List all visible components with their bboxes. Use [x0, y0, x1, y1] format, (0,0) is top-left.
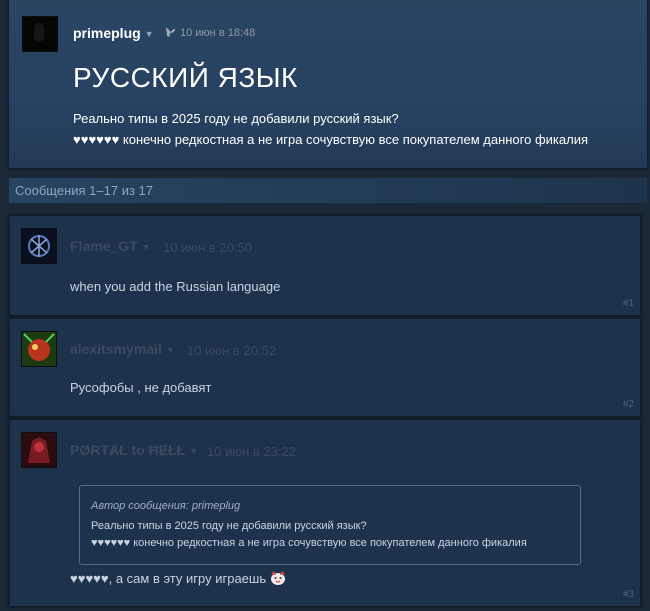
message-count-bar: Сообщения 1–17 из 17 [9, 178, 647, 203]
op-date: 10 июн в 18:48 [180, 27, 256, 39]
commenter-avatar[interactable] [21, 432, 57, 468]
comment-date: 10 июн в 20:50 [163, 240, 252, 255]
op-author-label[interactable]: primeplug [73, 25, 141, 41]
comment-text-label: ♥♥♥♥♥, а сам в эту игру играешь [70, 571, 267, 586]
quote-line: ♥♥♥♥♥♥ конечно редкостная а не игра сочу… [91, 537, 527, 549]
commenter-name[interactable]: alexitsmymail ▼ [70, 341, 175, 357]
message-count: Сообщения 1–17 из 17 [15, 183, 153, 198]
commenter-avatar[interactable] [21, 331, 57, 367]
comment-date: 10 июн в 20:52 [187, 343, 276, 358]
comment-number[interactable]: #2 [623, 399, 634, 410]
quote-body: Реально типы в 2025 году не добавили рус… [91, 518, 527, 552]
avatar-image [22, 332, 56, 366]
op-body-line: ♥♥♥♥♥♥ конечно редкостная а не игра сочу… [73, 132, 589, 147]
quote-block: Автор сообщения: primeplug Реально типы … [79, 485, 581, 565]
op-body-line: Реально типы в 2025 году не добавили рус… [73, 111, 399, 126]
comment-date: 10 июн в 23:22 [207, 444, 296, 459]
avatar-figure [34, 23, 44, 41]
op-author-name[interactable]: primeplug ▼ [73, 25, 154, 41]
comment: alexitsmymail ▼ 10 июн в 20:52 Русофобы ,… [9, 318, 641, 417]
commenter-name-label[interactable]: PØRŦȺŁ to ĦɆŁŁ [70, 442, 185, 458]
quote-author: Автор сообщения: primeplug [91, 500, 241, 512]
chevron-down-icon[interactable]: ▼ [189, 446, 198, 456]
commenter-name-label[interactable]: alexitsmymail [70, 341, 162, 357]
comment: Flame_GT ▼ 10 июн в 20:50 when you add th… [9, 215, 641, 316]
comment-text: ♥♥♥♥♥, а сам в эту игру играешь [70, 571, 286, 586]
comment-number[interactable]: #1 [623, 298, 634, 309]
comment-text: Русофобы , не добавят [70, 380, 212, 395]
avatar-image [22, 229, 56, 263]
op-body: Реально типы в 2025 году не добавили рус… [73, 108, 588, 150]
page-title: РУССКИЙ ЯЗЫК [73, 62, 298, 93]
emoticon-icon [271, 571, 286, 585]
comment: PØRŦȺŁ to ĦɆŁŁ ▼ 10 июн в 23:22 Автор соо… [9, 419, 641, 607]
avatar-image [22, 433, 56, 467]
commenter-avatar[interactable] [21, 228, 57, 264]
quote-line: Реально типы в 2025 году не добавили рус… [91, 520, 367, 532]
op-avatar[interactable] [22, 16, 58, 52]
chevron-down-icon[interactable]: ▼ [166, 345, 175, 355]
original-post: primeplug ▼ 10 июн в 18:48 РУССКИЙ ЯЗЫК Р… [9, 0, 647, 168]
chevron-down-icon[interactable]: ▼ [142, 242, 151, 252]
award-icon[interactable] [163, 25, 177, 39]
commenter-name-label[interactable]: Flame_GT [70, 238, 138, 254]
comment-text: when you add the Russian language [70, 279, 281, 294]
chevron-down-icon[interactable]: ▼ [145, 29, 154, 39]
commenter-name[interactable]: Flame_GT ▼ [70, 238, 151, 254]
commenter-name[interactable]: PØRŦȺŁ to ĦɆŁŁ ▼ [70, 442, 198, 458]
comment-number[interactable]: #3 [623, 589, 634, 600]
